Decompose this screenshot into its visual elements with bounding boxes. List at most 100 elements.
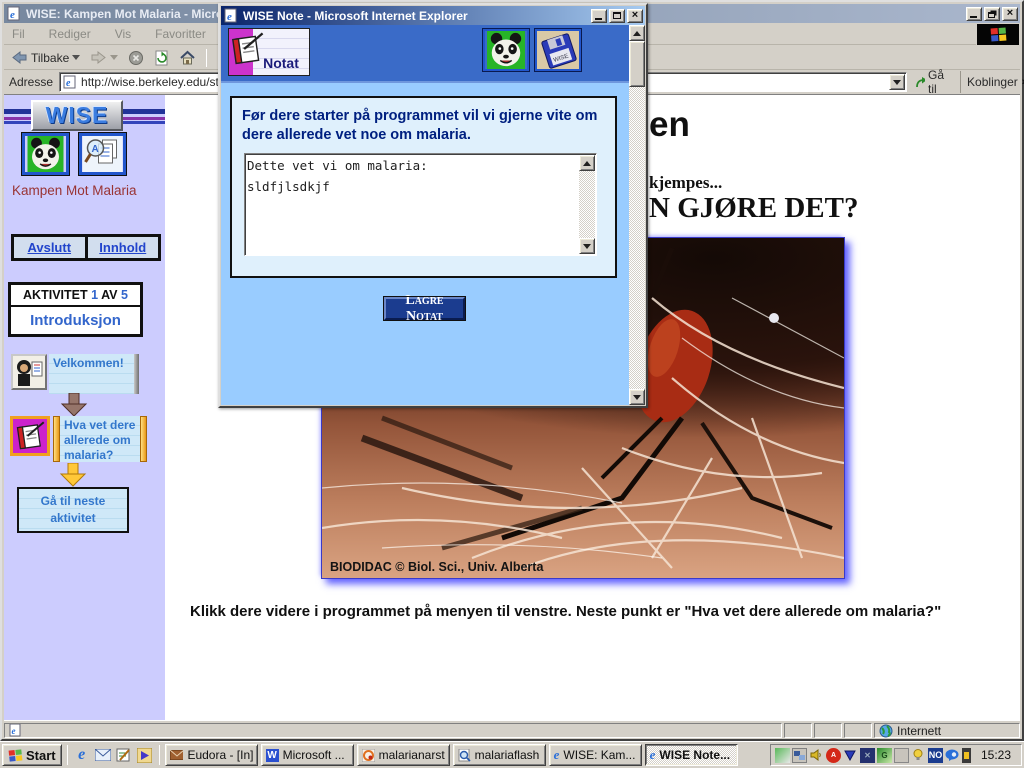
note-prompt: Før dere starter på programmet vil vi gj…	[242, 107, 605, 145]
step-velkommen[interactable]: Velkommen!	[11, 354, 139, 394]
person-icon	[11, 354, 47, 390]
task-wise-kampen[interactable]: e WISE: Kam...	[549, 744, 642, 766]
ie-page-icon: e	[63, 75, 77, 89]
status-bar: e Internett	[4, 720, 1020, 738]
taskbar: Start e Eudora - [In] W Microsoft ... ma…	[0, 741, 1024, 768]
panda-icon[interactable]	[22, 133, 69, 175]
home-icon	[179, 50, 196, 65]
main-window-title: WISE: Kampen Mot Malaria - Micros	[26, 7, 230, 21]
save-floppy-icon[interactable]: WISE	[535, 29, 581, 71]
minimize-button[interactable]	[966, 7, 982, 21]
ie-page-icon: e	[9, 724, 22, 737]
maximize-button[interactable]	[609, 9, 625, 23]
stop-button[interactable]	[125, 48, 147, 68]
network-connection-icon[interactable]	[792, 748, 807, 763]
system-tool-icon[interactable]: ✕	[860, 748, 875, 763]
menu-fil[interactable]: Fil	[12, 27, 25, 41]
refresh-button[interactable]	[151, 48, 172, 68]
graphics-utility-icon[interactable]	[775, 748, 790, 763]
svg-text:e: e	[10, 9, 15, 21]
windows-logo-icon	[9, 749, 23, 761]
menu-vis[interactable]: Vis	[115, 27, 131, 41]
subheading-fragment: kjempes...	[649, 173, 722, 193]
restore-button[interactable]	[984, 7, 1000, 21]
links-button[interactable]: Koblinger »	[960, 71, 1024, 93]
save-note-button[interactable]: Lagre Notat	[384, 297, 465, 320]
home-button[interactable]	[176, 48, 199, 67]
svg-text:e: e	[227, 11, 232, 23]
power-scheme-icon[interactable]	[911, 748, 926, 763]
internet-explorer-icon[interactable]: e	[73, 746, 91, 764]
ie-icon: e	[554, 747, 560, 763]
down-arrow-yellow	[58, 463, 88, 487]
address-url: http://wise.berkeley.edu/stude	[81, 75, 239, 89]
contents-link[interactable]: Innhold	[88, 237, 159, 258]
textarea-scrollbar[interactable]	[579, 155, 595, 254]
panda-icon[interactable]	[483, 29, 529, 71]
svg-text:e: e	[66, 78, 71, 89]
messenger-icon[interactable]	[945, 748, 960, 763]
word-icon: W	[266, 749, 279, 762]
task-malarianarst[interactable]: malarianarst	[357, 744, 450, 766]
address-dropdown-button[interactable]	[889, 74, 905, 90]
menu-favoritter[interactable]: Favoritter	[155, 27, 206, 41]
back-button[interactable]: Tilbake	[8, 48, 83, 67]
quicktime-icon	[362, 749, 375, 762]
next-activity-button[interactable]: Gå til neste aktivitet	[17, 487, 129, 533]
close-button[interactable]: ×	[627, 9, 643, 23]
desktop: e WISE: Kampen Mot Malaria - Micros × Fi…	[0, 0, 1024, 768]
note-page: Notat WISE Før dere starter på programme…	[221, 25, 629, 405]
wise-logo: WISE	[31, 100, 123, 131]
volume-icon[interactable]	[809, 748, 824, 763]
notepad-icon	[230, 32, 264, 66]
ie-page-icon: e	[223, 8, 239, 23]
note-header: Notat WISE	[221, 25, 629, 83]
activity-counter: AKTIVITET 1 AV 5	[11, 285, 140, 307]
menu-rediger[interactable]: Rediger	[49, 27, 91, 41]
system-tray: A ✕ G NO 15:23	[770, 744, 1022, 766]
popup-title: WISE Note - Microsoft Internet Explorer	[243, 9, 468, 23]
svg-text:e: e	[12, 726, 16, 736]
minimize-button[interactable]	[591, 9, 607, 23]
start-button[interactable]: Start	[2, 744, 62, 766]
antivirus-icon[interactable]: G	[877, 748, 892, 763]
taskbar-clock: 15:23	[973, 748, 1017, 762]
task-malariaflash[interactable]: malariaflash	[453, 744, 546, 766]
close-button[interactable]: ×	[1002, 7, 1018, 21]
battery-icon[interactable]	[962, 748, 971, 763]
display-settings-icon[interactable]	[894, 748, 909, 763]
forward-arrow-icon	[90, 50, 107, 65]
ati-icon[interactable]: A	[826, 748, 841, 763]
note-input-wrapper: Dette vet vi om malaria: sldfjlsdkjf	[244, 153, 597, 256]
documents-magnifier-icon[interactable]: A	[79, 133, 126, 175]
note-textarea[interactable]: Dette vet vi om malaria: sldfjlsdkjf	[247, 156, 578, 253]
popup-titlebar[interactable]: e WISE Note - Microsoft Internet Explore…	[221, 6, 645, 25]
step-label: Velkommen!	[49, 354, 134, 394]
windows-logo-throbber	[977, 24, 1019, 45]
show-desktop-icon[interactable]	[115, 746, 133, 764]
language-indicator[interactable]: NO	[928, 748, 943, 763]
task-wise-note-active[interactable]: e WISE Note...	[645, 744, 738, 766]
step-hva-vet-dere[interactable]: Hva vet dere allerede om malaria?	[10, 416, 147, 462]
wise-note-window: e WISE Note - Microsoft Internet Explore…	[218, 3, 648, 408]
task-word[interactable]: W Microsoft ...	[261, 744, 354, 766]
outlook-express-icon[interactable]	[94, 746, 112, 764]
forward-button[interactable]	[87, 48, 121, 67]
popup-scrollbar[interactable]	[629, 25, 645, 405]
stop-icon	[128, 50, 144, 66]
scrollbar-thumb[interactable]	[629, 41, 645, 87]
ie-icon: e	[650, 747, 656, 763]
wise-sidebar: WISE A Kampen Mot Malaria Avslutt Innhol…	[4, 95, 165, 720]
ie-page-icon: e	[6, 6, 22, 21]
quit-contents-bar: Avslutt Innhold	[11, 234, 161, 261]
task-eudora[interactable]: Eudora - [In]	[165, 744, 258, 766]
svg-text:A: A	[92, 144, 99, 155]
go-arrow-icon	[915, 76, 925, 89]
notat-tab[interactable]: Notat	[228, 28, 310, 76]
download-manager-icon[interactable]	[843, 748, 858, 763]
quit-link[interactable]: Avslutt	[14, 237, 85, 258]
globe-icon	[879, 724, 893, 738]
address-label: Adresse	[4, 75, 59, 89]
media-player-icon[interactable]	[136, 746, 154, 764]
go-button[interactable]: Gå til	[907, 71, 956, 93]
